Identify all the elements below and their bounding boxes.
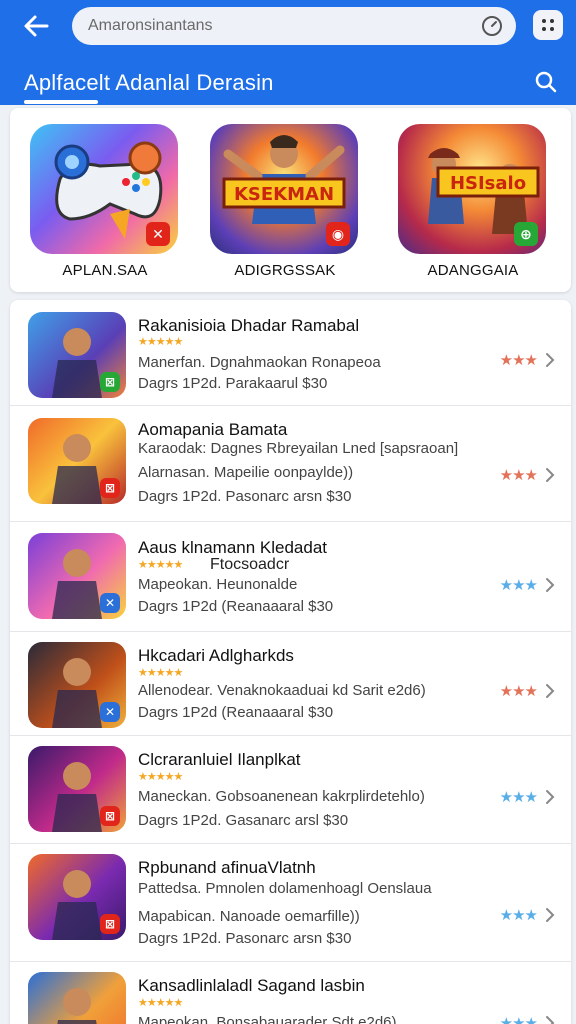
featured-app-2[interactable]: KSEKMAN ◉ ADIGRGSSAK: [210, 124, 366, 284]
tab-indicator: [24, 100, 98, 104]
featured-app-label: ADANGGAIA: [427, 262, 519, 279]
app-price: Dagrs 1P2d. Pasonarc arsn $30: [138, 930, 352, 947]
app-list-row[interactable]: ⊠ Clcraranluiel Ilanplkat ★★★★★ Maneckan. G…: [10, 736, 571, 844]
app-badge: ✕: [100, 593, 120, 613]
app-icon: ⊠: [28, 746, 126, 832]
header-search-button[interactable]: [532, 68, 560, 96]
app-price: Dagrs 1P2d. Gasanarc arsl $30: [138, 812, 349, 829]
app-title: Clcraranluiel Ilanplkat: [138, 750, 301, 769]
app-star-rating: ★★★★★: [138, 559, 183, 571]
app-icon: [28, 972, 126, 1024]
app-icon: ⊠: [28, 854, 126, 940]
back-arrow-icon: [24, 15, 49, 37]
app-list: ⊠ Rakanisioia Dhadar Ramabal ★★★★★ Manerfan…: [10, 300, 571, 1024]
app-title: Rpbunand afinuaVlatnh: [138, 858, 316, 877]
app-header: Aplfacelt Adanlal Derasin: [0, 0, 576, 105]
app-title: Aaus klnamann Kledadat: [138, 538, 328, 557]
app-description: Manerfan. Dgnahmaokan Ronapeoa: [138, 354, 381, 371]
history-clock-icon[interactable]: [480, 14, 504, 38]
featured-app-3[interactable]: HSIsalo ⊕ ADANGGAIA: [398, 124, 554, 284]
app-star-rating: ★★★★★: [138, 336, 183, 348]
menu-button[interactable]: [533, 10, 563, 40]
chevron-right-icon[interactable]: [543, 907, 557, 923]
app-title: Rakanisioia Dhadar Ramabal: [138, 316, 360, 335]
app-badge: ⊠: [100, 914, 120, 934]
app-price: Dagrs 1P2d (Reanaaaral $30: [138, 598, 334, 615]
app-badge: ⊠: [100, 478, 120, 498]
app-list-row[interactable]: ⊠ Rakanisioia Dhadar Ramabal ★★★★★ Manerfan…: [10, 300, 571, 406]
app-title: Aomapania Bamata: [138, 420, 288, 439]
app-description: Karaodak: Dagnes Rbreyailan Lned [sapsra…: [138, 440, 459, 457]
grid-menu-icon: [542, 19, 554, 31]
app-list-row[interactable]: ✕ Aaus klnamann Kledadat ★★★★★ Ftocsoadcr Ma…: [10, 522, 571, 632]
search-input[interactable]: [88, 17, 480, 35]
featured-app-label: ADIGRGSSAK: [234, 262, 336, 279]
featured-badge-3: ⊕: [514, 222, 538, 246]
app-list-row[interactable]: Kansadlinlaladl Sagand lasbin ★★★★★ Mapeok…: [10, 962, 571, 1024]
app-star-rating: ★★★★★: [138, 771, 183, 783]
rating-stars: ★★★: [499, 467, 538, 484]
svg-text:KSEKMAN: KSEKMAN: [234, 184, 334, 205]
app-price: Dagrs 1P2d. Parakaarul $30: [138, 375, 328, 392]
chevron-right-icon[interactable]: [543, 789, 557, 805]
svg-text:HSIsalo: HSIsalo: [450, 173, 526, 194]
chevron-right-icon[interactable]: [543, 352, 557, 368]
app-list-row[interactable]: ⊠ Rpbunand afinuaVlatnh Pattedsa. Pmnolen …: [10, 844, 571, 962]
app-description: Mapeokan. Heunonalde: [138, 576, 298, 593]
app-title: Kansadlinlaladl Sagand lasbin: [138, 976, 365, 995]
rating-stars: ★★★: [499, 577, 538, 594]
app-description: Mapeokan. Bonsabauarader Sdt e2d6): [138, 1014, 397, 1024]
page-title: Aplfacelt Adanlal Derasin: [24, 70, 274, 95]
featured-badge-2: ◉: [326, 222, 350, 246]
featured-app-label: APLAN.SAA: [62, 262, 148, 279]
rating-stars: ★★★: [499, 789, 538, 806]
search-box[interactable]: [72, 7, 516, 45]
app-badge: ✕: [100, 702, 120, 722]
app-icon: ✕: [28, 642, 126, 728]
app-price: Dagrs 1P2d. Pasonarc arsn $30: [138, 488, 352, 505]
app-list-row[interactable]: ⊠ Aomapania Bamata Karaodak: Dagnes Rbreya…: [10, 406, 571, 522]
app-description-2: Mapabican. Nanoade oemarfille)): [138, 908, 360, 925]
chevron-right-icon[interactable]: [543, 683, 557, 699]
app-icon: ⊠: [28, 312, 126, 398]
app-description: Pattedsa. Pmnolen dolamenhoagl Oenslaua: [138, 880, 432, 897]
rating-stars: ★★★: [499, 683, 538, 700]
app-tag: Ftocsoadcr: [210, 556, 290, 573]
app-title: Hkcadari Adlgharkds: [138, 646, 294, 665]
featured-badge-1: ✕: [146, 222, 170, 246]
chevron-right-icon[interactable]: [543, 577, 557, 593]
chevron-right-icon[interactable]: [543, 467, 557, 483]
search-icon: [535, 71, 557, 93]
rating-stars: ★★★: [499, 352, 538, 369]
app-description: Allenodear. Venaknokaaduai kd Sarit e2d6…: [138, 682, 426, 699]
app-star-rating: ★★★★★: [138, 997, 183, 1009]
app-badge: ⊠: [100, 372, 120, 392]
rating-stars: ★★★: [499, 907, 538, 924]
app-price: Dagrs 1P2d (Reanaaaral $30: [138, 704, 334, 721]
featured-apps-card: ✕ APLAN.SAA KSEKMAN ◉ ADIGRGSSAK HSIsalo…: [10, 108, 571, 292]
rating-stars: ★★★: [499, 1015, 538, 1024]
back-button[interactable]: [18, 10, 54, 42]
app-badge: ⊠: [100, 806, 120, 826]
chevron-right-icon[interactable]: [543, 1015, 557, 1024]
app-star-rating: ★★★★★: [138, 667, 183, 679]
app-list-row[interactable]: ✕ Hkcadari Adlgharkds ★★★★★ Allenodear. Ven…: [10, 632, 571, 736]
app-description-2: Alarnasan. Mapeilie oonpaylde)): [138, 464, 354, 481]
featured-app-1[interactable]: ✕ APLAN.SAA: [30, 124, 186, 284]
app-description: Maneckan. Gobsoanenean kakrplirdetehlo): [138, 788, 425, 805]
app-icon: ✕: [28, 533, 126, 619]
app-icon: ⊠: [28, 418, 126, 504]
